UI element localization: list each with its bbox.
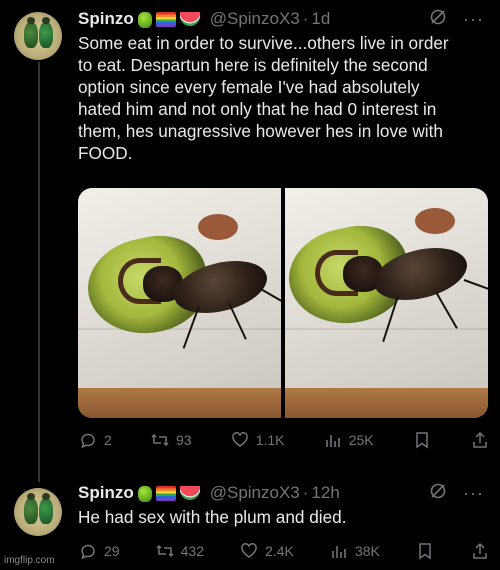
tweet-header: Spinzo @SpinzoX3 · 1d ··· — [78, 8, 490, 30]
watermelon-icon — [179, 12, 200, 26]
beetle-avatar-icon — [24, 493, 38, 524]
beetle-emoji-icon — [137, 486, 152, 502]
repost-button[interactable]: 432 — [155, 541, 204, 561]
views-button[interactable]: 38K — [329, 541, 380, 561]
bookmark-icon — [415, 541, 435, 561]
photo-2[interactable] — [285, 188, 488, 418]
avatar[interactable] — [14, 488, 62, 536]
repost-icon — [150, 430, 170, 450]
tweet-header: Spinzo @SpinzoX3 · 12h ··· — [78, 482, 490, 504]
beetle-avatar-icon — [39, 17, 53, 48]
timestamp[interactable]: 12h — [311, 483, 339, 503]
tweet-media[interactable] — [78, 188, 488, 418]
tweet-text: Some eat in order to survive...others li… — [78, 33, 449, 163]
timestamp[interactable]: 1d — [311, 9, 330, 29]
heart-icon — [230, 430, 250, 450]
thread-connector-line — [38, 62, 40, 482]
share-icon — [470, 430, 490, 450]
watermark: imgflip.com — [4, 555, 55, 566]
user-handle[interactable]: @SpinzoX3 — [210, 483, 300, 503]
rainbow-flag-icon — [155, 11, 176, 27]
tweet-1-actions: 2 93 1.1K 25K — [78, 430, 490, 450]
share-icon — [470, 541, 490, 561]
grok-icon[interactable] — [429, 8, 447, 31]
separator: · — [302, 483, 309, 502]
like-button[interactable]: 2.4K — [239, 541, 294, 561]
more-options-icon[interactable]: ··· — [463, 483, 484, 504]
separator: · — [302, 9, 309, 28]
bookmark-button[interactable] — [412, 430, 432, 450]
reply-icon — [78, 541, 98, 561]
beetle-emoji-icon — [137, 12, 152, 28]
more-options-icon[interactable]: ··· — [463, 9, 484, 30]
reply-button[interactable]: 29 — [78, 541, 120, 561]
user-handle[interactable]: @SpinzoX3 — [210, 9, 300, 29]
display-name[interactable]: Spinzo — [78, 9, 134, 29]
photo-1[interactable] — [78, 188, 281, 418]
heart-icon — [239, 541, 259, 561]
watermelon-icon — [179, 486, 200, 500]
tweet-2-actions: 29 432 2.4K 38K — [78, 541, 490, 561]
tweet-1[interactable]: Spinzo @SpinzoX3 · 1d ··· Some eat in or… — [78, 8, 490, 164]
avatar[interactable] — [14, 12, 62, 60]
bookmark-icon — [412, 430, 432, 450]
tweet-2[interactable]: Spinzo @SpinzoX3 · 12h ··· He had sex wi… — [78, 482, 490, 528]
share-button[interactable] — [470, 541, 490, 561]
like-button[interactable]: 1.1K — [230, 430, 285, 450]
analytics-icon — [323, 430, 343, 450]
share-button[interactable] — [470, 430, 490, 450]
reply-icon — [78, 430, 98, 450]
bookmark-button[interactable] — [415, 541, 435, 561]
repost-button[interactable]: 93 — [150, 430, 192, 450]
display-name[interactable]: Spinzo — [78, 483, 134, 503]
rainbow-flag-icon — [155, 485, 176, 501]
analytics-icon — [329, 541, 349, 561]
beetle-avatar-icon — [24, 17, 38, 48]
views-button[interactable]: 25K — [323, 430, 374, 450]
tweet-text: He had sex with the plum and died. — [78, 507, 347, 527]
beetle-avatar-icon — [39, 493, 53, 524]
reply-button[interactable]: 2 — [78, 430, 112, 450]
repost-icon — [155, 541, 175, 561]
grok-icon[interactable] — [429, 482, 447, 505]
